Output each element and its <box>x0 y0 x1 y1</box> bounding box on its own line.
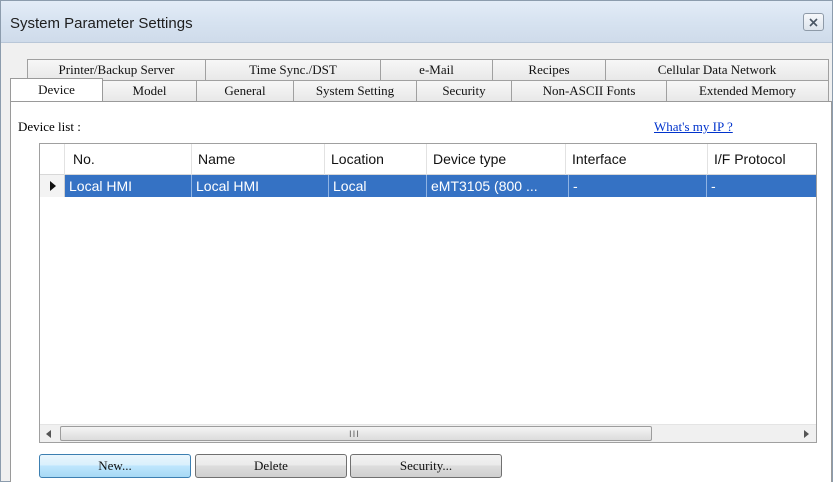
tab-device[interactable]: Device <box>10 78 103 101</box>
scrollbar-thumb[interactable]: III <box>60 426 652 441</box>
row-selector[interactable] <box>40 175 65 197</box>
tab-security[interactable]: Security <box>416 80 512 101</box>
delete-button[interactable]: Delete <box>195 454 347 478</box>
tab-recipes[interactable]: Recipes <box>492 59 606 80</box>
arrow-left-icon <box>46 427 52 441</box>
security-button[interactable]: Security... <box>350 454 502 478</box>
title-bar[interactable]: System Parameter Settings <box>1 1 832 43</box>
tab-printer-backup-server[interactable]: Printer/Backup Server <box>27 59 206 80</box>
device-list-grid[interactable]: No. Name Location Device type Interface … <box>39 143 817 443</box>
current-row-arrow-icon <box>50 181 56 191</box>
tab-model[interactable]: Model <box>102 80 197 101</box>
column-header-if-protocol[interactable]: I/F Protocol <box>708 144 816 175</box>
tab-extended-memory[interactable]: Extended Memory <box>666 80 829 101</box>
whats-my-ip-link[interactable]: What's my IP ? <box>654 119 733 135</box>
arrow-right-icon <box>804 427 810 441</box>
grid-header: No. Name Location Device type Interface … <box>40 144 816 175</box>
cell-name[interactable]: Local HMI <box>192 175 329 197</box>
tab-row-front: Device Model General System Setting Secu… <box>10 78 832 101</box>
close-icon <box>809 17 818 27</box>
header-row-selector <box>40 144 65 175</box>
cell-no[interactable]: Local HMI <box>65 175 192 197</box>
column-header-no[interactable]: No. <box>65 144 192 175</box>
column-header-interface[interactable]: Interface <box>566 144 708 175</box>
horizontal-scrollbar[interactable]: III <box>40 424 816 442</box>
tab-row-back: Printer/Backup Server Time Sync./DST e-M… <box>27 59 831 80</box>
tab-system-setting[interactable]: System Setting <box>293 80 417 101</box>
table-row[interactable]: Local HMI Local HMI Local eMT3105 (800 .… <box>40 175 816 197</box>
close-button[interactable] <box>803 13 824 31</box>
cell-if-protocol[interactable]: - <box>707 175 816 197</box>
scrollbar-grip: III <box>349 430 360 440</box>
scroll-right-button[interactable] <box>798 425 816 442</box>
tab-general[interactable]: General <box>196 80 294 101</box>
new-button[interactable]: New... <box>39 454 191 478</box>
tab-time-sync-dst[interactable]: Time Sync./DST <box>205 59 381 80</box>
cell-interface[interactable]: - <box>569 175 707 197</box>
tab-non-ascii-fonts[interactable]: Non-ASCII Fonts <box>511 80 667 101</box>
cell-device-type[interactable]: eMT3105 (800 ... <box>427 175 569 197</box>
scroll-left-button[interactable] <box>40 425 58 442</box>
window-title: System Parameter Settings <box>10 15 193 32</box>
device-list-label: Device list : <box>18 119 81 134</box>
column-header-name[interactable]: Name <box>192 144 325 175</box>
tab-cellular-data-network[interactable]: Cellular Data Network <box>605 59 829 80</box>
column-header-location[interactable]: Location <box>325 144 427 175</box>
cell-location[interactable]: Local <box>329 175 427 197</box>
column-header-device-type[interactable]: Device type <box>427 144 566 175</box>
system-parameter-settings-window: System Parameter Settings Printer/Backup… <box>0 0 833 482</box>
tab-e-mail[interactable]: e-Mail <box>380 59 493 80</box>
